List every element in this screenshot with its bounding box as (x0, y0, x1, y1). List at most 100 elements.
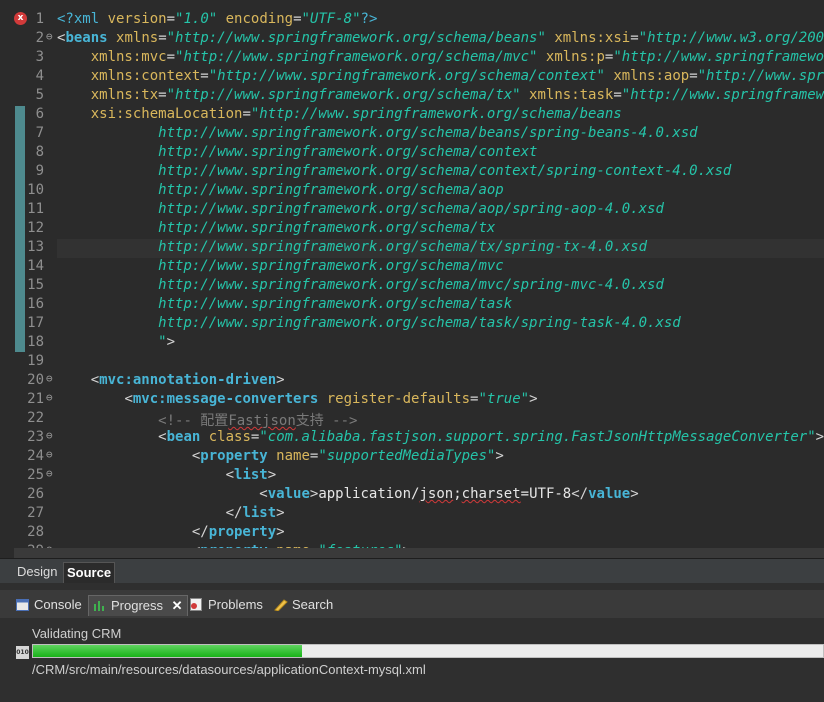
code-line[interactable]: </list> (57, 505, 285, 524)
code-token: "http://www.springframework.org/schema/b… (250, 106, 622, 122)
code-token: bean (166, 429, 201, 445)
code-line[interactable]: http://www.springframework.org/schema/tx (57, 220, 495, 239)
code-token: < (225, 467, 235, 483)
code-token: http://www.springframework.org/schema/mv… (158, 277, 664, 293)
code-line[interactable]: http://www.springframework.org/schema/mv… (57, 258, 504, 277)
line-number: 10 (27, 182, 44, 198)
code-line[interactable]: <bean class="com.alibaba.fastjson.suppor… (57, 429, 824, 448)
code-token: xmlns:tx (90, 87, 159, 103)
code-token: xmlns:mvc (90, 49, 167, 65)
code-token: "supportedMediaTypes" (318, 448, 496, 464)
fold-toggle-icon[interactable]: ⊖ (46, 448, 54, 467)
code-line[interactable]: http://www.springframework.org/schema/tx… (57, 239, 647, 258)
code-line[interactable]: http://www.springframework.org/schema/co… (57, 163, 731, 182)
code-token: = (166, 11, 176, 27)
code-line[interactable]: xmlns:context="http://www.springframewor… (57, 68, 824, 87)
line-number: 18 (27, 334, 44, 350)
code-line[interactable]: http://www.springframework.org/schema/ao… (57, 201, 664, 220)
code-token: = (613, 87, 622, 103)
code-token: value (267, 486, 310, 502)
line-number: 8 (35, 144, 44, 160)
code-line[interactable]: http://www.springframework.org/schema/ta… (57, 296, 512, 315)
line-number: 3 (35, 49, 44, 65)
line-number: 28 (27, 524, 44, 540)
fold-toggle-icon[interactable]: ⊖ (46, 372, 54, 391)
line-number: 6 (35, 106, 44, 122)
code-line[interactable]: <property name="supportedMediaTypes"> (57, 448, 504, 467)
fold-toggle-icon[interactable]: ⊖ (46, 429, 54, 448)
code-token: list (242, 505, 277, 521)
code-token: = (630, 30, 639, 46)
fold-toggle-icon[interactable]: ⊖ (46, 467, 54, 486)
code-token: < (124, 391, 133, 407)
code-token: register-defaults (326, 391, 471, 407)
fold-toggle-icon[interactable]: ⊖ (46, 391, 54, 410)
close-icon[interactable]: ✕ (172, 598, 183, 613)
change-marker-bar (15, 106, 25, 352)
code-line[interactable]: http://www.springframework.org/schema/be… (57, 125, 697, 144)
tab-design[interactable]: Design (14, 562, 60, 582)
code-line[interactable]: http://www.springframework.org/schema/ao… (57, 182, 504, 201)
code-token: xmlns:task (529, 87, 614, 103)
code-token: version (107, 11, 167, 27)
fold-toggle-icon[interactable]: ⊖ (46, 30, 54, 49)
code-line[interactable]: <list> (57, 467, 277, 486)
code-line[interactable]: <mvc:message-converters register-default… (57, 391, 537, 410)
code-line[interactable]: http://www.springframework.org/schema/mv… (57, 277, 664, 296)
line-number: 1 (35, 11, 44, 27)
code-line[interactable]: <?xml version="1.0" encoding="UTF-8"?> (57, 11, 377, 30)
line-number: 21 (27, 391, 44, 407)
tab-search[interactable]: Search (274, 595, 333, 615)
xml-source-editor[interactable]: x 1 <?xml version="1.0" encoding="UTF-8"?… (0, 0, 824, 558)
code-token: property (200, 448, 268, 464)
code-token: http://www.springframework.org/schema/ta… (158, 315, 681, 331)
code-token: > (166, 334, 176, 350)
tab-problems[interactable]: Problems (190, 595, 263, 615)
code-token: xmlns (116, 30, 159, 46)
tab-source[interactable]: Source (63, 562, 116, 583)
code-token: "http://www.springframework.org/schema/c… (208, 68, 605, 84)
code-line[interactable]: <value>application/json;charset=UTF-8</v… (57, 486, 638, 505)
code-line[interactable]: xsi:schemaLocation="http://www.springfra… (57, 106, 622, 125)
code-line[interactable]: <beans xmlns="http://www.springframework… (57, 30, 824, 49)
horizontal-scrollbar[interactable] (14, 548, 824, 558)
tab-progress-label: Progress (111, 598, 164, 613)
code-token: < (158, 429, 167, 445)
code-line[interactable]: <!-- 配置Fastjson支持 --> (57, 410, 357, 429)
code-token: encoding (225, 11, 294, 27)
code-line[interactable]: <mvc:annotation-driven> (57, 372, 285, 391)
code-token: http://www.springframework.org/schema/ta… (158, 296, 513, 312)
code-line[interactable]: </property> (57, 524, 285, 543)
code-token: property (208, 524, 277, 540)
progress-icon (93, 598, 107, 611)
code-line[interactable]: xmlns:tx="http://www.springframework.org… (57, 87, 824, 106)
line-number: 19 (27, 353, 44, 369)
code-token: http://www.springframework.org/schema/co… (158, 144, 538, 160)
line-number: 16 (27, 296, 44, 312)
progress-bar-fill (33, 645, 302, 657)
code-line[interactable]: http://www.springframework.org/schema/ta… (57, 315, 681, 334)
code-line[interactable]: http://www.springframework.org/schema/co… (57, 144, 537, 163)
tab-console[interactable]: Console (16, 595, 82, 615)
tab-progress[interactable]: Progress ✕ (88, 595, 188, 616)
code-token: http://www.springframework.org/schema/mv… (158, 258, 504, 274)
line-number: 11 (27, 201, 44, 217)
code-token: http://www.springframework.org/schema/ao… (158, 182, 504, 198)
line-number: 25 (27, 467, 44, 483)
code-token: <?xml (57, 11, 108, 27)
line-number: 4 (35, 68, 44, 84)
code-line[interactable]: xmlns:mvc="http://www.springframework.or… (57, 49, 824, 68)
line-number: 24 (27, 448, 44, 464)
code-line[interactable]: "> (57, 334, 175, 353)
